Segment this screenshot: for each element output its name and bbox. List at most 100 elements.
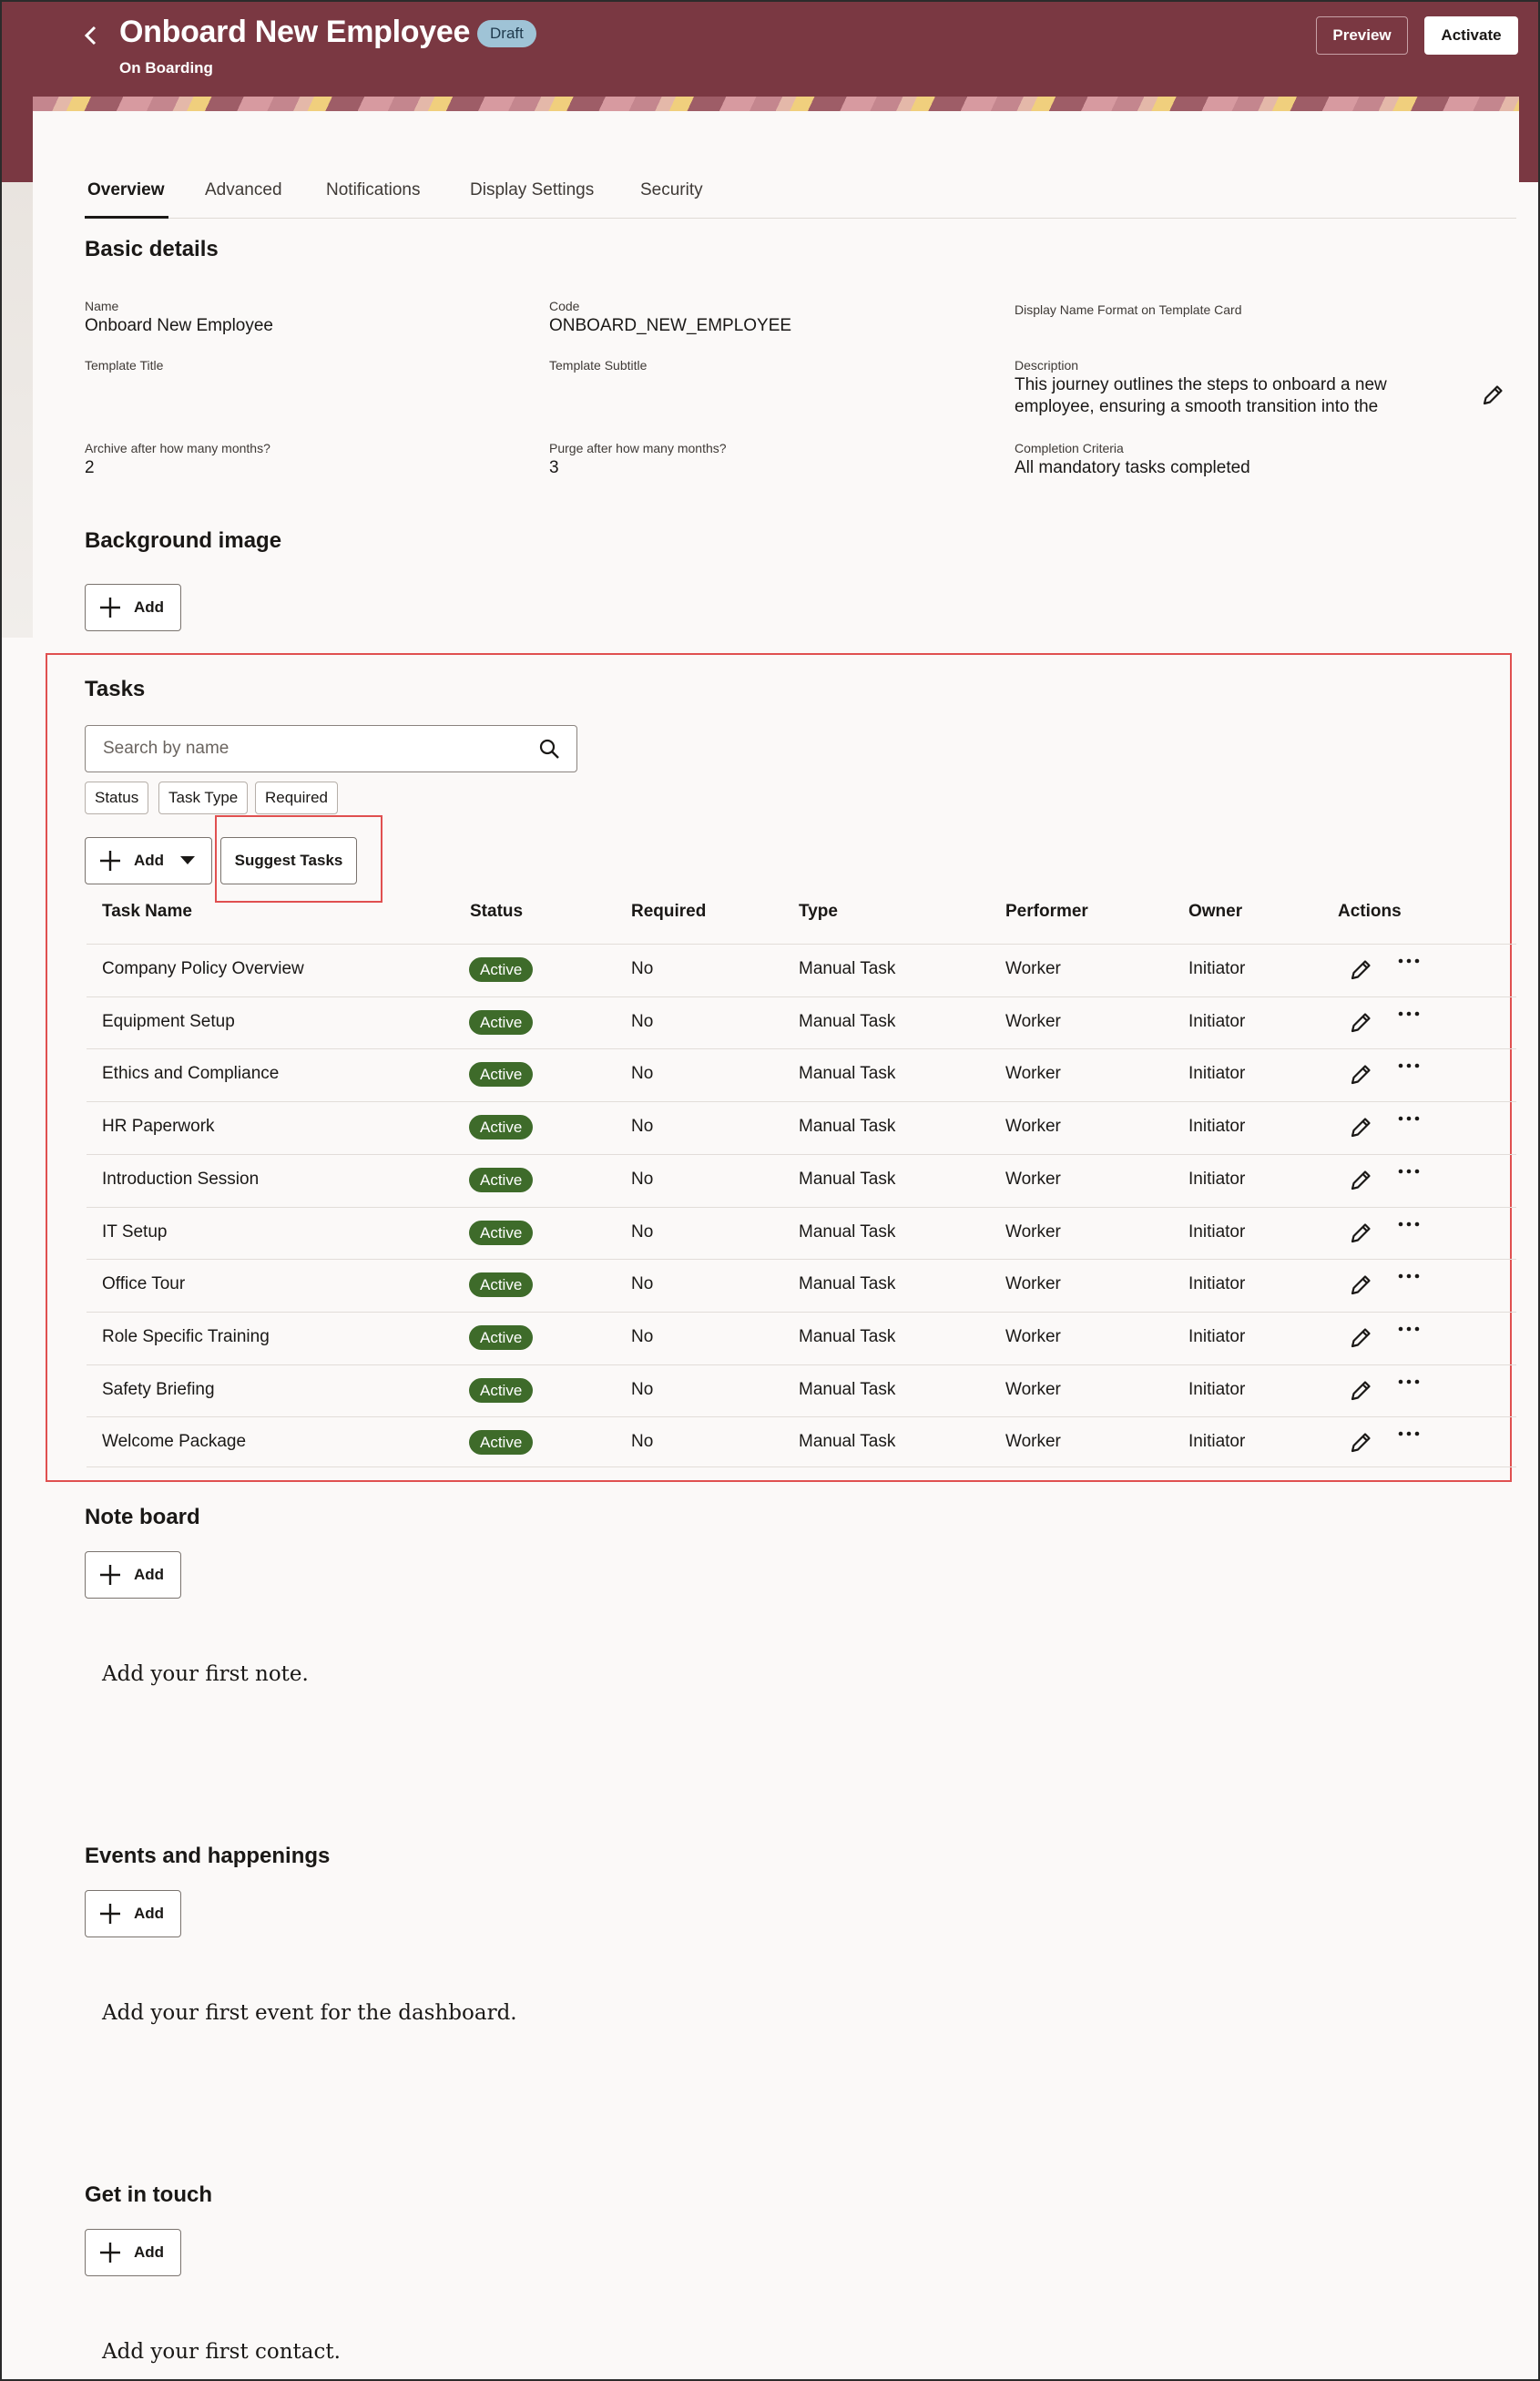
edit-task-button[interactable] [1348, 1115, 1373, 1140]
status-badge: Draft [477, 20, 536, 47]
task-name[interactable]: Welcome Package [102, 1432, 246, 1452]
owner-cell: Initiator [1188, 1011, 1246, 1031]
more-actions-button[interactable] [1395, 1425, 1423, 1443]
add-note-button[interactable]: Add [85, 1551, 181, 1599]
add-event-button[interactable]: Add [85, 1890, 181, 1937]
table-row[interactable]: Office Tour No Manual Task Worker Initiator A… [87, 1259, 1516, 1311]
edit-task-button[interactable] [1348, 1010, 1373, 1036]
edit-task-button[interactable] [1348, 1272, 1373, 1298]
pencil-icon [1351, 1065, 1371, 1085]
column-required[interactable]: Required [631, 902, 706, 922]
tab-display-settings[interactable]: Display Settings [470, 180, 594, 200]
plus-icon [100, 1904, 120, 1924]
table-row[interactable]: Equipment Setup No Manual Task Worker Initia… [87, 996, 1516, 1048]
more-actions-button[interactable] [1395, 952, 1423, 970]
activate-button[interactable]: Activate [1424, 16, 1518, 55]
more-actions-button[interactable] [1395, 1005, 1423, 1023]
completion-criteria-label: Completion Criteria [1015, 441, 1124, 455]
column-task-name[interactable]: Task Name [102, 902, 192, 922]
required-cell: No [631, 1326, 654, 1346]
tab-bar: Overview Advanced Notifications Display … [85, 173, 1516, 219]
edit-task-button[interactable] [1348, 1378, 1373, 1404]
tab-notifications[interactable]: Notifications [326, 180, 421, 200]
column-performer[interactable]: Performer [1005, 902, 1088, 922]
add-background-image-button[interactable]: Add [85, 584, 181, 631]
events-empty-message: Add your first event for the dashboard. [102, 2001, 517, 2025]
more-actions-button[interactable] [1395, 1373, 1423, 1391]
task-name[interactable]: HR Paperwork [102, 1117, 215, 1137]
suggest-tasks-button[interactable]: Suggest Tasks [220, 837, 357, 884]
edit-task-button[interactable] [1348, 1325, 1373, 1351]
more-icon [1398, 1064, 1420, 1068]
task-name[interactable]: Ethics and Compliance [102, 1064, 279, 1084]
column-owner[interactable]: Owner [1188, 902, 1242, 922]
code-label: Code [549, 299, 580, 313]
page-subtitle: On Boarding [119, 59, 213, 77]
description-line-2: employee, ensuring a smooth transition i… [1015, 397, 1379, 416]
edit-task-button[interactable] [1348, 1062, 1373, 1088]
task-name[interactable]: Role Specific Training [102, 1327, 270, 1347]
required-cell: No [631, 1064, 654, 1084]
edit-description-button[interactable] [1480, 383, 1505, 408]
filter-task-type-chip[interactable]: Task Type [158, 782, 249, 814]
back-button[interactable] [76, 20, 107, 51]
table-row[interactable]: Company Policy Overview No Manual Task Work… [87, 944, 1516, 996]
table-divider [87, 1466, 1516, 1467]
table-row[interactable]: Role Specific Training No Manual Task Worke… [87, 1311, 1516, 1364]
performer-cell: Worker [1005, 1117, 1061, 1137]
status-badge: Active [469, 1062, 534, 1088]
task-name[interactable]: Office Tour [102, 1274, 185, 1294]
more-actions-button[interactable] [1395, 1162, 1423, 1180]
task-name[interactable]: Company Policy Overview [102, 959, 304, 979]
purge-label: Purge after how many months? [549, 441, 727, 455]
edit-task-button[interactable] [1348, 1430, 1373, 1456]
filter-status-chip[interactable]: Status [85, 782, 149, 814]
status-badge: Active [469, 1220, 534, 1245]
table-row[interactable]: IT Setup No Manual Task Worker Initiator Acti… [87, 1206, 1516, 1259]
more-actions-button[interactable] [1395, 1215, 1423, 1233]
more-icon [1398, 1221, 1420, 1226]
status-badge: Active [469, 1324, 534, 1350]
type-cell: Manual Task [799, 1274, 896, 1294]
edit-task-button[interactable] [1348, 957, 1373, 983]
task-name[interactable]: Safety Briefing [102, 1380, 215, 1400]
filter-required-chip[interactable]: Required [255, 782, 338, 814]
table-row[interactable]: Introduction Session No Manual Task Worker I… [87, 1153, 1516, 1206]
add-task-button[interactable]: Add [85, 837, 212, 884]
column-status[interactable]: Status [470, 902, 523, 922]
add-contact-button[interactable]: Add [85, 2229, 181, 2276]
preview-button[interactable]: Preview [1316, 16, 1408, 55]
required-cell: No [631, 1379, 654, 1399]
more-icon [1398, 1431, 1420, 1436]
tab-overview[interactable]: Overview [87, 180, 165, 200]
more-actions-button[interactable] [1395, 1109, 1423, 1128]
table-row[interactable]: Welcome Package No Manual Task Worker Initia… [87, 1416, 1516, 1468]
type-cell: Manual Task [799, 1379, 896, 1399]
table-row[interactable]: Safety Briefing No Manual Task Worker Initia… [87, 1364, 1516, 1416]
contact-heading: Get in touch [85, 2182, 212, 2207]
required-cell: No [631, 1169, 654, 1189]
caret-down-icon [180, 856, 195, 864]
column-type[interactable]: Type [799, 902, 838, 922]
task-name[interactable]: Introduction Session [102, 1170, 259, 1190]
edit-task-button[interactable] [1348, 1168, 1373, 1193]
task-name[interactable]: Equipment Setup [102, 1012, 235, 1032]
description-label: Description [1015, 358, 1079, 373]
page-title: Onboard New Employee [119, 15, 471, 49]
task-name[interactable]: IT Setup [102, 1222, 167, 1242]
tab-advanced[interactable]: Advanced [205, 180, 282, 200]
more-actions-button[interactable] [1395, 1320, 1423, 1338]
tab-security[interactable]: Security [640, 180, 703, 200]
more-actions-button[interactable] [1395, 1267, 1423, 1285]
type-cell: Manual Task [799, 1326, 896, 1346]
search-icon[interactable] [538, 738, 560, 760]
task-search-input[interactable]: Search by name [85, 725, 577, 772]
pencil-icon [1351, 1380, 1371, 1400]
more-actions-button[interactable] [1395, 1057, 1423, 1075]
page: Onboard New Employee Draft On Boarding P… [0, 0, 1540, 2381]
table-row[interactable]: Ethics and Compliance No Manual Task Worker… [87, 1048, 1516, 1100]
table-row[interactable]: HR Paperwork No Manual Task Worker Initiator… [87, 1101, 1516, 1153]
edit-task-button[interactable] [1348, 1221, 1373, 1246]
more-icon [1398, 1011, 1420, 1016]
more-icon [1398, 1169, 1420, 1174]
